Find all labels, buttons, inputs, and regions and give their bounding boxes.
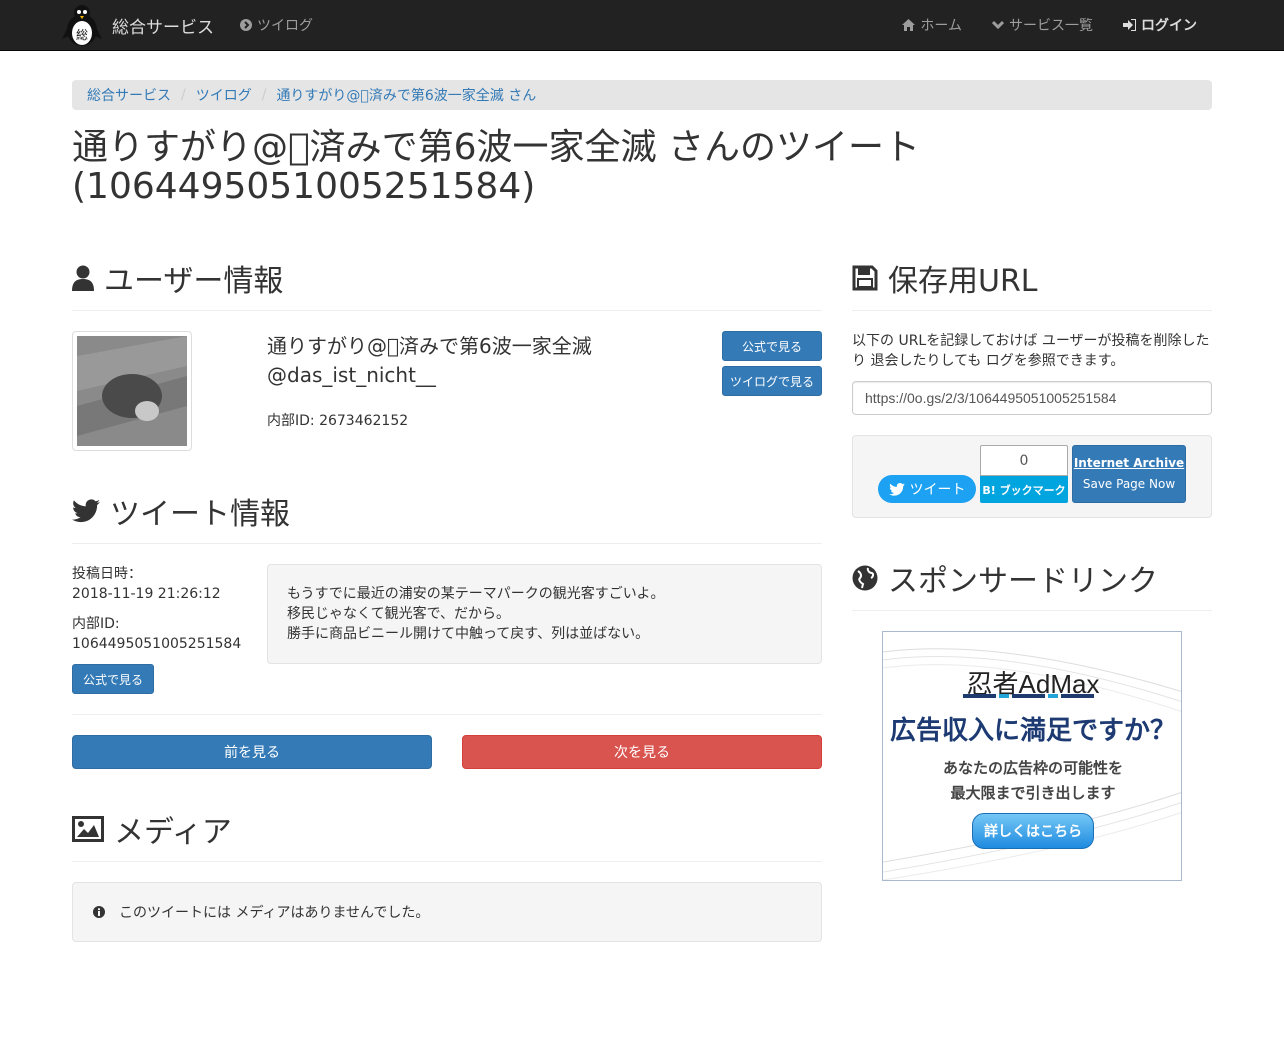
twitter-bird-icon (888, 482, 905, 496)
tweet-body: もうすでに最近の浦安の某テーマパークの観光客すごいよ。 移民じゃなくて観光客で、… (267, 564, 822, 664)
chevron-down-icon (992, 20, 1004, 30)
prev-tweet-button[interactable]: 前を見る (72, 735, 432, 769)
sponsor-ad-banner[interactable]: 忍者AdMax 広告収入に満足ですか？ あなたの広告枠の可能性を 最大限まで引き… (882, 631, 1182, 881)
breadcrumb-home[interactable]: 総合サービス (87, 85, 171, 105)
avatar (72, 331, 192, 451)
avatar-image (77, 336, 187, 446)
user-view-official-button[interactable]: 公式で見る (722, 331, 822, 361)
media-heading: メディア (72, 807, 232, 851)
tweet-internal-id-label: 内部ID: (72, 616, 120, 632)
sponsor-heading: スポンサードリンク (852, 556, 1158, 600)
user-view-twilog-button[interactable]: ツイログで見る (722, 366, 822, 396)
hatena-bookmark-button[interactable]: B! ブックマーク (980, 476, 1068, 503)
ad-subtext: あなたの広告枠の可能性を 最大限まで引き出します (883, 756, 1181, 806)
nav-login-label: ログイン (1141, 18, 1197, 34)
info-circle-icon (93, 906, 105, 918)
penguin-logo-icon: 総 (62, 5, 102, 46)
user-internal-id: 内部ID: 2673462152 (267, 413, 409, 429)
ad-subtext-line: 最大限まで引き出します (950, 785, 1116, 802)
divider (72, 543, 822, 544)
tweet-text-line: 移民じゃなくて観光客で、だから。 (287, 606, 511, 622)
page-title: 通りすがり@⃣済みで第6波一家全滅 さんのツイート (1064495051005… (72, 128, 1212, 206)
user-info-heading: ユーザー情報 (72, 256, 283, 300)
nav-twilog-label: ツイログ (257, 18, 313, 34)
posted-at-label: 投稿日時： (72, 566, 142, 582)
navbar: 総 総合サービス ツイログ ホーム サービス一覧 ログイン (0, 0, 1284, 51)
ad-details-button[interactable]: 詳しくはこちら (972, 813, 1094, 849)
sponsor-heading-label: スポンサードリンク (888, 564, 1158, 599)
user-display-name: 通りすがり@⃣済みで第6波一家全滅 (267, 334, 592, 358)
brand-link[interactable]: 総 総合サービス (60, 2, 214, 48)
breadcrumb: 総合サービス / ツイログ / 通りすがり@⃣済みで第6波一家全滅 さん (72, 80, 1212, 110)
divider (72, 714, 822, 715)
internet-archive-sub: Save Page Now (1082, 477, 1176, 491)
home-icon (902, 19, 916, 31)
breadcrumb-twilog[interactable]: ツイログ (196, 85, 252, 105)
divider (852, 310, 1212, 311)
tweet-share-button[interactable]: ツイート (878, 475, 976, 503)
sign-in-icon (1123, 19, 1136, 31)
nav-login[interactable]: ログイン (1108, 0, 1212, 50)
floppy-disk-icon (852, 265, 878, 291)
ad-subtext-line: あなたの広告枠の可能性を (942, 760, 1123, 777)
save-url-input[interactable] (852, 381, 1212, 415)
brand-title: 総合サービス (112, 17, 214, 38)
user-icon (72, 265, 94, 291)
divider (72, 861, 822, 862)
tweet-share-label: ツイート (909, 481, 966, 497)
tweet-info-heading: ツイート情報 (72, 489, 290, 533)
svg-text:総: 総 (76, 28, 88, 42)
divider (852, 610, 1212, 611)
posted-at-value: 2018-11-19 21:26:12 (72, 586, 221, 602)
nav-home[interactable]: ホーム (887, 0, 977, 50)
image-icon (72, 816, 104, 842)
internet-archive-title: Internet Archive (1073, 456, 1185, 470)
save-url-heading-label: 保存用URL (888, 264, 1038, 299)
twitter-bird-icon (72, 499, 100, 523)
tweet-view-official-button[interactable]: 公式で見る (72, 664, 154, 694)
chevron-circle-right-icon (240, 19, 252, 31)
next-tweet-button[interactable]: 次を見る (462, 735, 822, 769)
nav-services-label: サービス一覧 (1009, 18, 1093, 34)
user-name-block: 通りすがり@⃣済みで第6波一家全滅 @das_ist_nicht__ (267, 332, 592, 390)
tweet-text-line: 勝手に商品ビニール開けて中触って戻す、列は並ばない。 (287, 626, 650, 642)
divider (72, 310, 822, 311)
page-title-line2: (1064495051005251584) (72, 166, 536, 207)
hatena-bookmark-widget[interactable]: 0 B! ブックマーク (980, 445, 1068, 503)
media-empty-notice: このツイートには メディアはありませんでした。 (72, 882, 822, 942)
page-title-line1: 通りすがり@⃣済みで第6波一家全滅 さんのツイート (72, 127, 920, 168)
breadcrumb-separator: / (261, 87, 267, 103)
breadcrumb-user[interactable]: 通りすがり@⃣済みで第6波一家全滅 さん (276, 85, 536, 105)
ad-brand-underline (963, 694, 1097, 698)
media-heading-label: メディア (114, 815, 232, 850)
user-handle: @das_ist_nicht__ (267, 363, 436, 387)
tweet-text-line: もうすでに最近の浦安の某テーマパークの観光客すごいよ。 (287, 586, 665, 602)
internet-archive-button[interactable]: Internet Archive Save Page Now (1072, 445, 1186, 503)
hatena-count: 0 (980, 445, 1068, 476)
save-url-heading: 保存用URL (852, 256, 1038, 300)
nav-services-dropdown[interactable]: サービス一覧 (977, 0, 1108, 50)
save-url-description: 以下の URLを記録しておけば ユーザーが投稿を削除したり 退会したりしても ロ… (852, 333, 1210, 369)
tweet-info-heading-label: ツイート情報 (110, 497, 290, 532)
nav-home-label: ホーム (920, 18, 962, 34)
globe-icon (852, 565, 878, 591)
tweet-internal-id-value: 1064495051005251584 (72, 636, 242, 652)
nav-right: ホーム サービス一覧 ログイン (887, 0, 1212, 50)
user-info-heading-label: ユーザー情報 (104, 264, 284, 299)
cat-photo-icon (77, 336, 187, 446)
ad-headline: 広告収入に満足ですか？ (889, 715, 1176, 745)
nav-twilog[interactable]: ツイログ (240, 0, 313, 50)
breadcrumb-separator: / (181, 87, 186, 103)
media-empty-text: このツイートには メディアはありませんでした。 (119, 905, 430, 921)
